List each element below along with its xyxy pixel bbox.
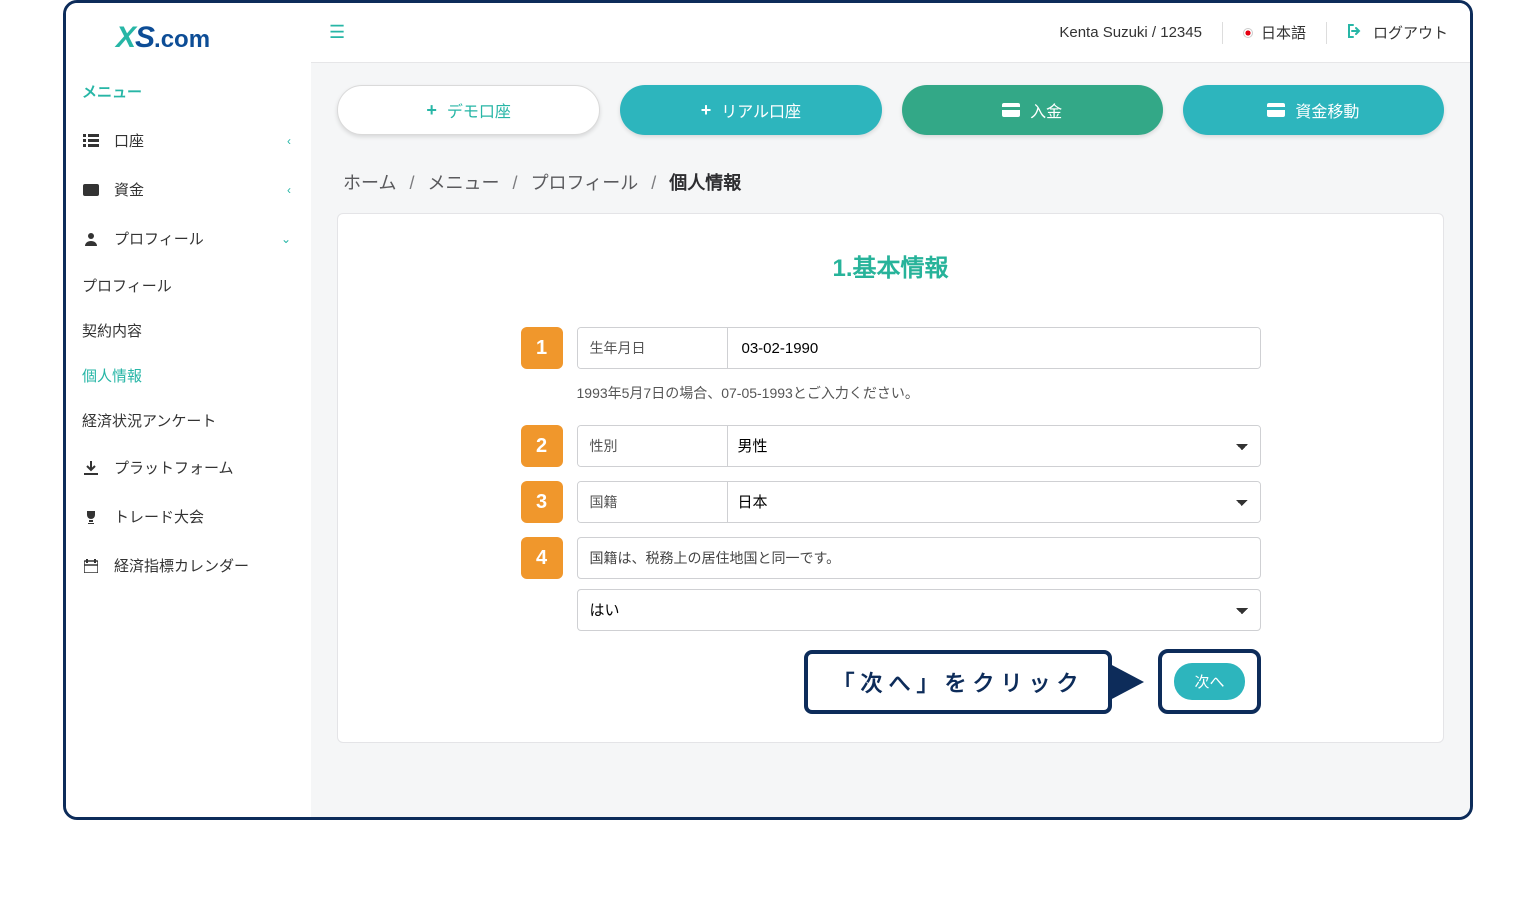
breadcrumb-item[interactable]: プロフィール [531,173,639,193]
step-badge-3: 3 [521,481,563,523]
breadcrumb-item[interactable]: ホーム [343,173,396,193]
plus-icon: + [426,100,437,121]
breadcrumb-sep: / [409,173,414,193]
step-badge-2: 2 [521,425,563,467]
breadcrumb-sep: / [651,173,656,193]
sidebar-item-platform[interactable]: プラットフォーム [66,443,311,492]
deposit-button[interactable]: 入金 [902,85,1163,135]
step-badge-1: 1 [521,327,563,369]
sidebar-item-funds[interactable]: 資金 ‹ [66,165,311,214]
sidebar-item-label: プラットフォーム [114,457,234,478]
sidebar-subitem-contract[interactable]: 契約内容 [82,308,311,353]
gender-select[interactable]: 男性 [728,426,1260,466]
breadcrumb-current: 個人情報 [669,173,741,193]
callout-wrap: 「次へ」をクリック [804,650,1144,714]
form-heading: 1.基本情報 [378,248,1403,283]
gender-label: 性別 [578,426,728,466]
divider [1222,22,1223,44]
next-button-highlight: 次へ [1158,649,1260,714]
breadcrumb: ホーム / メニュー / プロフィール / 個人情報 [343,169,1444,195]
language-label: 日本語 [1261,22,1306,43]
sidebar: XS.com メニュー 口座 ‹ 資金 ‹ [66,3,311,817]
main-area: ☰ Kenta Suzuki / 12345 日本語 ログアウト [311,3,1470,817]
nationality-select[interactable]: 日本 [728,482,1260,522]
hamburger-icon[interactable]: ☰ [329,22,345,43]
form-card: 1.基本情報 1 生年月日 1993年5月7日の場合、07-05-1993とご入… [337,213,1444,743]
button-label: 資金移動 [1295,98,1359,122]
sidebar-item-label: 経済指標カレンダー [114,555,249,576]
sidebar-item-label: 資金 [114,179,144,200]
logo-s: S [135,21,154,54]
breadcrumb-item[interactable]: メニュー [428,173,500,193]
next-button[interactable]: 次へ [1174,663,1244,700]
logo: XS.com [66,21,311,75]
action-row: + デモ口座 + リアル口座 入金 資金移動 [337,85,1444,135]
logout-icon [1347,24,1363,42]
dob-hint: 1993年5月7日の場合、07-05-1993とご入力ください。 [577,383,1261,403]
step-badge-4: 4 [521,537,563,579]
transfer-button[interactable]: 資金移動 [1183,85,1444,135]
logout-button[interactable]: ログアウト [1347,22,1448,43]
demo-account-button[interactable]: + デモ口座 [337,85,600,135]
sidebar-item-label: トレード大会 [114,506,204,527]
dob-label: 生年月日 [578,328,728,368]
logo-dotcom: .com [154,26,210,53]
arrow-right-icon [1110,664,1144,700]
language-selector[interactable]: 日本語 [1243,22,1306,43]
nationality-label: 国籍 [578,482,728,522]
user-icon [82,232,100,246]
sidebar-subitem-personal-info[interactable]: 個人情報 [82,353,311,398]
wallet-icon [82,184,100,196]
breadcrumb-sep: / [513,173,518,193]
sidebar-submenu-profile: プロフィール 契約内容 個人情報 経済状況アンケート [66,263,311,443]
calendar-icon [82,559,100,573]
sidebar-item-account[interactable]: 口座 ‹ [66,116,311,165]
real-account-button[interactable]: + リアル口座 [620,85,881,135]
button-label: デモ口座 [447,98,511,122]
divider [1326,22,1327,44]
download-icon [82,461,100,475]
plus-icon: + [701,100,712,121]
chevron-down-icon: ⌄ [281,232,291,246]
user-label: Kenta Suzuki / 12345 [1059,24,1202,41]
list-icon [82,134,100,148]
card-icon [1002,103,1020,117]
dob-input[interactable] [728,328,1260,368]
tax-residency-select[interactable]: はい [577,589,1261,631]
sidebar-item-label: プロフィール [114,228,204,249]
card-icon [1267,103,1285,117]
button-label: リアル口座 [721,98,801,122]
sidebar-subitem-profile[interactable]: プロフィール [82,263,311,308]
chevron-left-icon: ‹ [287,183,291,197]
trophy-icon [82,510,100,524]
sidebar-subitem-economic-survey[interactable]: 経済状況アンケート [82,398,311,443]
sidebar-item-calendar[interactable]: 経済指標カレンダー [66,541,311,590]
logout-label: ログアウト [1373,22,1448,43]
sidebar-title: メニュー [66,75,311,116]
flag-jp-icon [1243,28,1253,38]
sidebar-item-label: 口座 [114,130,144,151]
topbar: ☰ Kenta Suzuki / 12345 日本語 ログアウト [311,3,1470,63]
sidebar-item-profile[interactable]: プロフィール ⌄ [66,214,311,263]
chevron-left-icon: ‹ [287,134,291,148]
tax-residency-question: 国籍は、税務上の居住地国と同一です。 [577,537,1261,579]
instruction-callout: 「次へ」をクリック [804,650,1112,714]
button-label: 入金 [1030,98,1062,122]
logo-x: X [116,21,135,54]
sidebar-item-competition[interactable]: トレード大会 [66,492,311,541]
